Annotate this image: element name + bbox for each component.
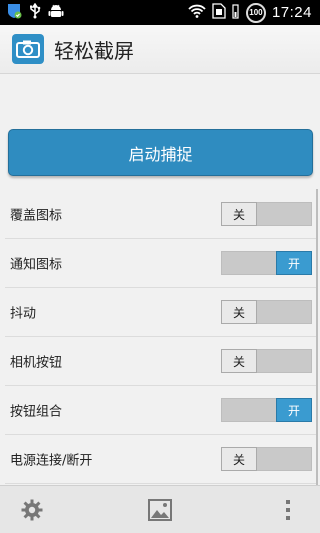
overflow-menu-icon[interactable] — [276, 498, 300, 522]
shake-toggle[interactable]: 关 — [221, 300, 312, 324]
signal-icon — [232, 3, 240, 23]
setting-label: 相机按钮 — [10, 355, 63, 371]
shield-check-icon — [6, 3, 22, 23]
setting-row-power-connect: 电源连接/断开 关 — [5, 435, 316, 484]
action-bar: 轻松截屏 — [0, 25, 320, 74]
button-combo-toggle[interactable]: 开 — [221, 398, 312, 422]
gear-icon[interactable] — [20, 498, 44, 522]
start-capture-button[interactable]: 启动捕捉 — [8, 129, 313, 176]
toggle-knob: 开 — [276, 251, 312, 275]
usb-icon — [28, 2, 42, 23]
settings-list: 覆盖图标 关 通知图标 开 抖动 关 相机按钮 关 按钮组合 开 电源连接/断开… — [5, 190, 316, 484]
sim-icon — [212, 2, 226, 23]
camera-icon[interactable] — [12, 34, 44, 64]
toggle-knob: 关 — [221, 447, 257, 471]
setting-label: 电源连接/断开 — [10, 453, 93, 469]
notification-icon-toggle[interactable]: 开 — [221, 251, 312, 275]
android-debug-icon — [48, 3, 64, 23]
setting-row-shake: 抖动 关 — [5, 288, 316, 337]
setting-label: 覆盖图标 — [10, 208, 63, 224]
toggle-knob: 关 — [221, 349, 257, 373]
scrollbar[interactable] — [316, 189, 318, 489]
toggle-knob: 开 — [276, 398, 312, 422]
wifi-icon — [188, 3, 206, 22]
setting-row-camera-button: 相机按钮 关 — [5, 337, 316, 386]
setting-row-overlay-icon: 覆盖图标 关 — [5, 190, 316, 239]
setting-label: 按钮组合 — [10, 404, 63, 420]
toggle-knob: 关 — [221, 202, 257, 226]
camera-button-toggle[interactable]: 关 — [221, 349, 312, 373]
setting-row-button-combo: 按钮组合 开 — [5, 386, 316, 435]
power-connect-toggle[interactable]: 关 — [221, 447, 312, 471]
toggle-knob: 关 — [221, 300, 257, 324]
overlay-icon-toggle[interactable]: 关 — [221, 202, 312, 226]
bottom-bar — [0, 485, 320, 533]
setting-label: 通知图标 — [10, 257, 63, 273]
setting-label: 抖动 — [10, 306, 37, 322]
main-content: 启动捕捉 覆盖图标 关 通知图标 开 抖动 关 相机按钮 关 按钮组合 开 电源… — [0, 74, 320, 489]
clock: 17:24 — [271, 4, 312, 21]
setting-row-notification-icon: 通知图标 开 — [5, 239, 316, 288]
battery-badge: 100 — [245, 2, 266, 23]
app-title: 轻松截屏 — [54, 38, 134, 63]
gallery-icon[interactable] — [148, 498, 172, 522]
status-bar: 100 17:24 — [0, 0, 320, 25]
